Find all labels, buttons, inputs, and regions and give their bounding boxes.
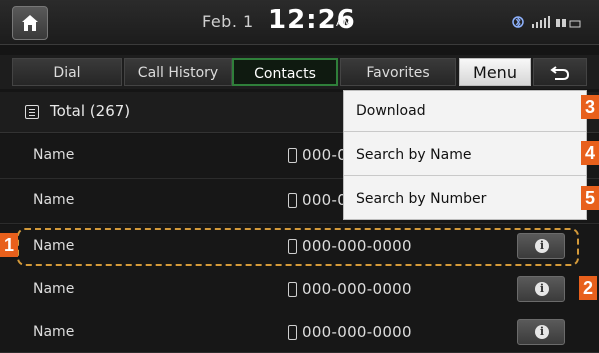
contact-name: Name bbox=[33, 281, 75, 297]
callout-badge: 3 bbox=[581, 95, 599, 119]
list-icon bbox=[25, 105, 39, 119]
callout-badge: 5 bbox=[581, 186, 599, 210]
menu-item-search-by-name[interactable]: Search by Name bbox=[344, 135, 586, 176]
tab-contacts[interactable]: Contacts bbox=[232, 58, 338, 86]
contact-name: Name bbox=[33, 324, 75, 340]
callout-badge: 4 bbox=[581, 141, 599, 165]
date-text: Feb. 1 bbox=[202, 12, 254, 31]
menu-item-search-by-number[interactable]: Search by Number bbox=[344, 179, 586, 220]
contact-number: 000-000-0000 bbox=[302, 323, 412, 341]
home-icon bbox=[22, 15, 38, 31]
phone-icon bbox=[288, 148, 297, 163]
menu-item-label: Search by Number bbox=[356, 191, 487, 207]
menu-item-download[interactable]: Download bbox=[344, 91, 586, 132]
contact-name: Name bbox=[33, 147, 75, 163]
back-button[interactable] bbox=[533, 58, 587, 86]
menu-dropdown: Download Search by Name Search by Number bbox=[343, 90, 587, 220]
info-icon: i bbox=[535, 325, 549, 339]
clock-ampm: AM bbox=[336, 18, 352, 29]
callout-badge: 2 bbox=[579, 276, 597, 300]
contact-number: 000-000-0000 bbox=[302, 280, 412, 298]
tab-favorites[interactable]: Favorites bbox=[340, 58, 456, 86]
phone-icon bbox=[288, 193, 297, 208]
callout-badge: 1 bbox=[0, 233, 18, 257]
contact-row[interactable]: Name 000-000-0000 i bbox=[0, 311, 599, 353]
menu-item-label: Search by Name bbox=[356, 147, 472, 163]
home-button[interactable] bbox=[12, 6, 48, 40]
menu-button[interactable]: Menu bbox=[459, 58, 531, 86]
tab-bar: Dial Call History Contacts Favorites Men… bbox=[0, 55, 599, 89]
back-icon bbox=[550, 66, 570, 80]
screen: Feb. 1 12:26 AM Dial Call History Contac… bbox=[0, 0, 599, 353]
menu-item-label: Download bbox=[356, 103, 426, 119]
info-icon: i bbox=[535, 282, 549, 296]
contact-name: Name bbox=[33, 192, 75, 208]
total-count: Total (267) bbox=[50, 102, 131, 120]
contact-info-button[interactable]: i bbox=[517, 276, 565, 302]
contact-info-button[interactable]: i bbox=[517, 319, 565, 345]
status-bar: Feb. 1 12:26 AM bbox=[0, 0, 599, 45]
tab-call-history[interactable]: Call History bbox=[124, 58, 232, 86]
contact-row[interactable]: Name 000-000-0000 i bbox=[0, 268, 599, 313]
tab-dial[interactable]: Dial bbox=[12, 58, 122, 86]
selected-row-highlight bbox=[17, 228, 579, 266]
phone-icon bbox=[288, 282, 297, 297]
bluetooth-signal-icon bbox=[512, 16, 581, 28]
phone-icon bbox=[288, 325, 297, 340]
